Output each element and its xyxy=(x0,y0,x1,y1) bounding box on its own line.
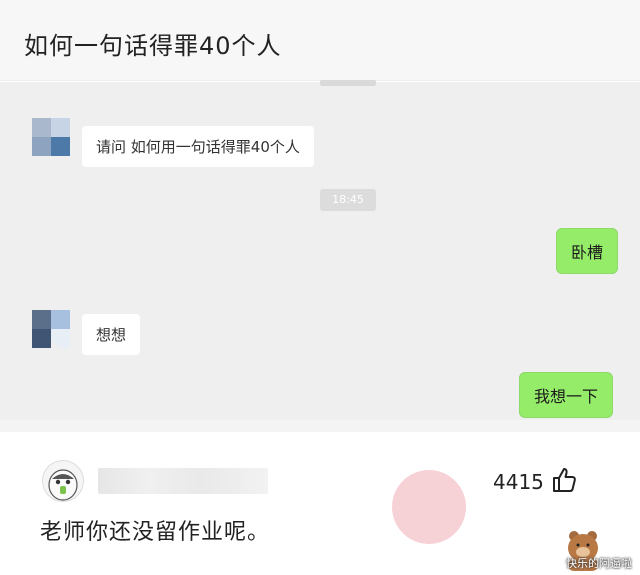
chat-message-right: 卧槽 xyxy=(556,228,619,274)
decorative-stamp xyxy=(392,470,466,544)
timestamp: 18:45 xyxy=(320,189,376,211)
chat-top-fragment xyxy=(320,80,376,86)
thumb-up-icon[interactable] xyxy=(550,466,578,494)
chat-message-left: 想想 xyxy=(82,314,141,355)
chat-message-right: 我想一下 xyxy=(519,372,614,418)
sender-avatar xyxy=(32,118,70,156)
comment-text: 老师你还没留作业呢。 xyxy=(40,520,271,545)
question-title: 如何一句话得罪40个人 xyxy=(24,32,282,60)
comment-card xyxy=(0,432,640,571)
watermark-text: 快乐的阿逼啦 xyxy=(566,557,632,570)
like-count: 4415 xyxy=(493,470,544,494)
chat-message-left: 请问 如何用一句话得罪40个人 xyxy=(82,126,314,167)
section-divider xyxy=(0,420,640,432)
username-blurred xyxy=(98,468,268,494)
sender-avatar xyxy=(32,310,70,348)
avatar-icon[interactable] xyxy=(42,460,84,502)
question-header: 如何一句话得罪40个人 xyxy=(0,0,640,81)
